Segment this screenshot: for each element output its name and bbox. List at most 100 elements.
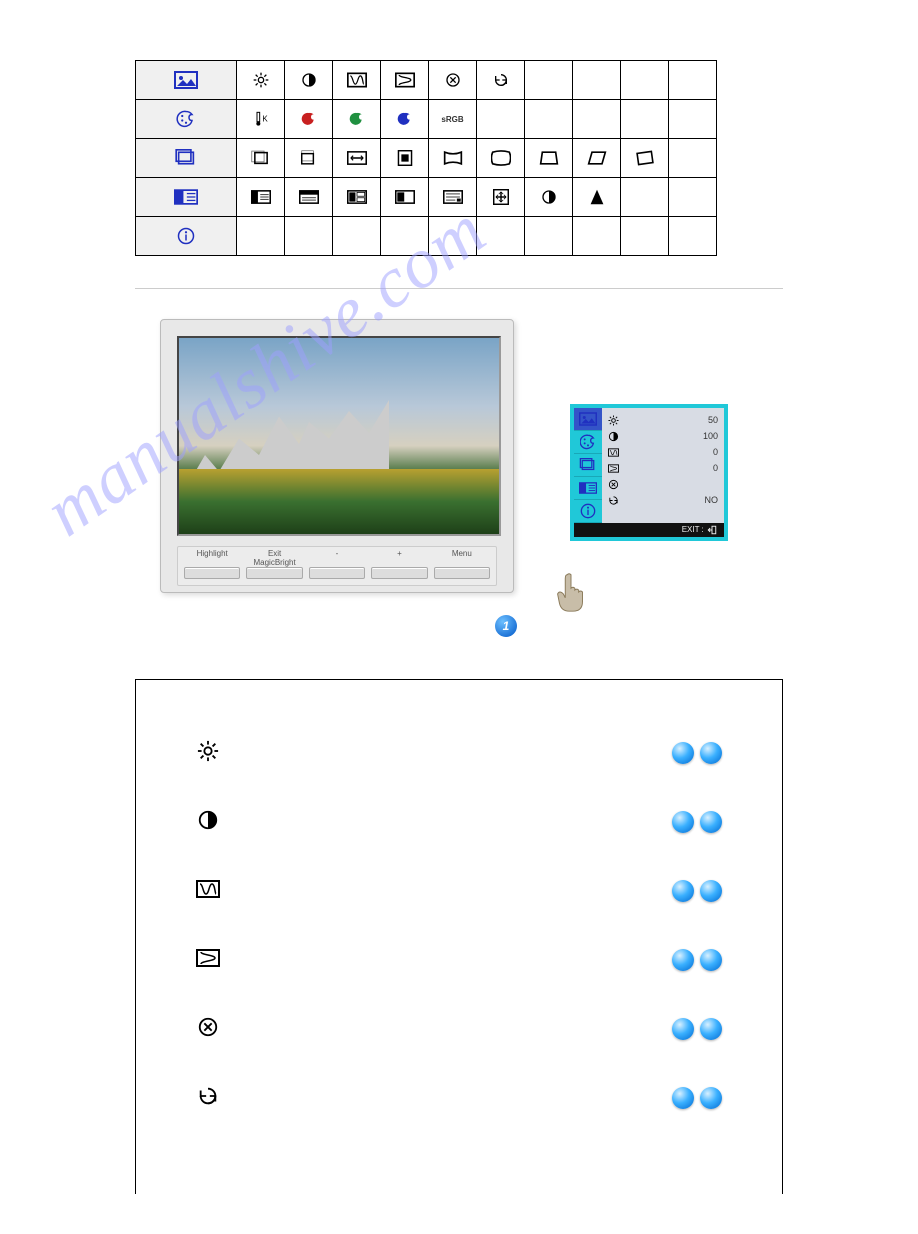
- colortemp-icon: [237, 100, 285, 139]
- pointing-hand-icon: [548, 569, 594, 615]
- feature-list: [135, 679, 783, 1194]
- osd-row: 0: [608, 444, 718, 460]
- action-buttons: [672, 811, 722, 833]
- osd-value: 100: [703, 431, 718, 441]
- osd-value: 0: [713, 463, 718, 473]
- contrast-icon: [196, 809, 228, 834]
- degauss-icon: [196, 1016, 228, 1041]
- feature-row: [196, 1016, 722, 1041]
- lang-icon: [333, 178, 381, 217]
- hsize-icon: [333, 139, 381, 178]
- sharpness-icon: [573, 178, 621, 217]
- menuv-icon: [285, 178, 333, 217]
- contrast-icon: [525, 178, 573, 217]
- zoom-icon: [477, 178, 525, 217]
- osd-tab-picture[interactable]: [574, 408, 602, 431]
- trapezoid-icon: [477, 139, 525, 178]
- plus-button[interactable]: +: [371, 549, 427, 579]
- osd-tab-geometry[interactable]: [574, 454, 602, 477]
- parallel-icon: [573, 139, 621, 178]
- v-moire-icon: [381, 61, 429, 100]
- srgb-label: sRGB: [429, 100, 477, 139]
- info-icon: [136, 217, 237, 256]
- play-button[interactable]: [672, 811, 694, 833]
- info-button[interactable]: [700, 742, 722, 764]
- osd-value: 50: [708, 415, 718, 425]
- step-badge-1: 1: [495, 615, 517, 637]
- play-button[interactable]: [672, 880, 694, 902]
- brightness-icon: [608, 415, 620, 426]
- rotation-icon: [621, 139, 669, 178]
- osd-row: [608, 476, 718, 492]
- monitor-button-bar: Highlight ExitMagicBright - + Menu: [177, 546, 497, 586]
- contrast-icon: [285, 61, 333, 100]
- feature-row: [196, 1085, 722, 1110]
- recall-icon: [196, 1085, 228, 1110]
- info-button[interactable]: [700, 811, 722, 833]
- menuh-icon: [237, 178, 285, 217]
- degauss-icon: [429, 61, 477, 100]
- feature-row: [196, 809, 722, 834]
- osd-value: NO: [705, 495, 719, 505]
- section-divider: [135, 288, 783, 289]
- play-button[interactable]: [672, 742, 694, 764]
- color-icon: [136, 100, 237, 139]
- play-button[interactable]: [672, 1087, 694, 1109]
- picture-icon: [136, 61, 237, 100]
- degauss-icon: [608, 479, 620, 490]
- osd-tab-color[interactable]: [574, 431, 602, 454]
- monitor-mockup: Highlight ExitMagicBright - + Menu: [160, 319, 514, 593]
- red-icon: [285, 100, 333, 139]
- recall-icon: [477, 61, 525, 100]
- vsize-icon: [381, 139, 429, 178]
- osd-panel: 50 100 0 0 NO EXIT :: [570, 404, 728, 541]
- info-button[interactable]: [700, 1018, 722, 1040]
- recall-icon: [608, 495, 620, 506]
- brightness-icon: [196, 740, 228, 765]
- magicbright-button[interactable]: ExitMagicBright: [246, 549, 302, 579]
- info-button[interactable]: [700, 1087, 722, 1109]
- osd-tabs: [574, 408, 602, 523]
- contrast-icon: [608, 431, 620, 442]
- screen-icon: [136, 178, 237, 217]
- v-moire-icon: [196, 947, 228, 972]
- info-button[interactable]: [700, 880, 722, 902]
- osd-row: 0: [608, 460, 718, 476]
- hpos-icon: [237, 139, 285, 178]
- feature-row: [196, 947, 722, 972]
- h-moire-icon: [196, 878, 228, 903]
- green-icon: [333, 100, 381, 139]
- osd-row: NO: [608, 492, 718, 508]
- action-buttons: [672, 880, 722, 902]
- osd-icon: [429, 178, 477, 217]
- pincushion-icon: [429, 139, 477, 178]
- action-buttons: [672, 1087, 722, 1109]
- action-buttons: [672, 949, 722, 971]
- action-buttons: [672, 1018, 722, 1040]
- feature-row: [196, 878, 722, 903]
- action-buttons: [672, 742, 722, 764]
- vpos-icon: [285, 139, 333, 178]
- play-button[interactable]: [672, 1018, 694, 1040]
- h-moire-icon: [608, 447, 620, 458]
- blue-icon: [381, 100, 429, 139]
- h-moire-icon: [333, 61, 381, 100]
- minus-button[interactable]: -: [309, 549, 365, 579]
- highlight-button[interactable]: Highlight: [184, 549, 240, 579]
- info-button[interactable]: [700, 949, 722, 971]
- osd-menu-table: sRGB: [135, 60, 717, 256]
- pinbalance-icon: [525, 139, 573, 178]
- osd-tab-info[interactable]: [574, 500, 602, 523]
- monitor-screen: [177, 336, 501, 536]
- play-button[interactable]: [672, 949, 694, 971]
- halftone-icon: [381, 178, 429, 217]
- geometry-icon: [136, 139, 237, 178]
- osd-row: 100: [608, 428, 718, 444]
- osd-tab-screen[interactable]: [574, 477, 602, 500]
- menu-button[interactable]: Menu: [434, 549, 490, 579]
- osd-footer: EXIT :: [574, 523, 724, 537]
- v-moire-icon: [608, 463, 620, 474]
- osd-row: 50: [608, 412, 718, 428]
- feature-row: [196, 740, 722, 765]
- osd-value: 0: [713, 447, 718, 457]
